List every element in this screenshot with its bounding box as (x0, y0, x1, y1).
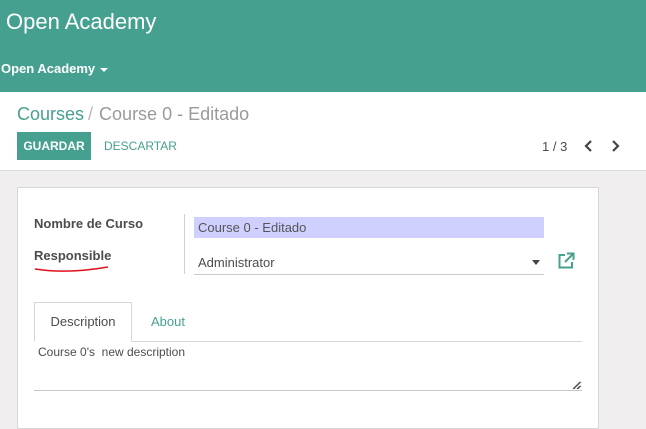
tab-about[interactable]: About (142, 302, 194, 342)
responsible-label: Responsible (34, 248, 112, 263)
resize-grip-icon[interactable] (571, 380, 581, 390)
course-name-input[interactable] (194, 217, 544, 238)
discard-button[interactable]: DESCARTAR (104, 139, 177, 153)
course-name-label: Nombre de Curso (34, 216, 144, 231)
responsible-select[interactable]: Administrator (194, 250, 544, 275)
control-panel: Courses / Course 0 - Editado GUARDAR DESCA… (0, 92, 646, 171)
app-title: Open Academy (6, 9, 157, 34)
pager-next-icon[interactable] (607, 138, 623, 154)
breadcrumb-courses-link[interactable]: Courses (17, 104, 84, 124)
red-underline-annotation (34, 266, 109, 272)
external-link-icon[interactable] (556, 251, 576, 271)
open-academy-menu[interactable]: Open Academy (1, 61, 109, 76)
caret-down-icon (100, 67, 109, 72)
pager-counter: 1 / 3 (542, 139, 568, 154)
form-sheet: Nombre de Curso Responsible Administrato… (17, 187, 599, 429)
label-divider (184, 214, 185, 274)
breadcrumb-current: Course 0 - Editado (99, 104, 250, 124)
breadcrumb: Courses / Course 0 - Editado (17, 104, 249, 125)
description-textarea[interactable]: Course 0's new description (34, 345, 582, 391)
breadcrumb-separator: / (88, 104, 94, 124)
top-navbar: Open Academy Open Academy (0, 0, 646, 92)
dropdown-caret-icon[interactable] (532, 260, 540, 265)
responsible-value: Administrator (198, 255, 275, 270)
tab-description[interactable]: Description (34, 302, 132, 342)
menu-label: Open Academy (1, 61, 96, 76)
save-button[interactable]: GUARDAR (17, 132, 91, 160)
pager-previous-icon[interactable] (581, 138, 597, 154)
